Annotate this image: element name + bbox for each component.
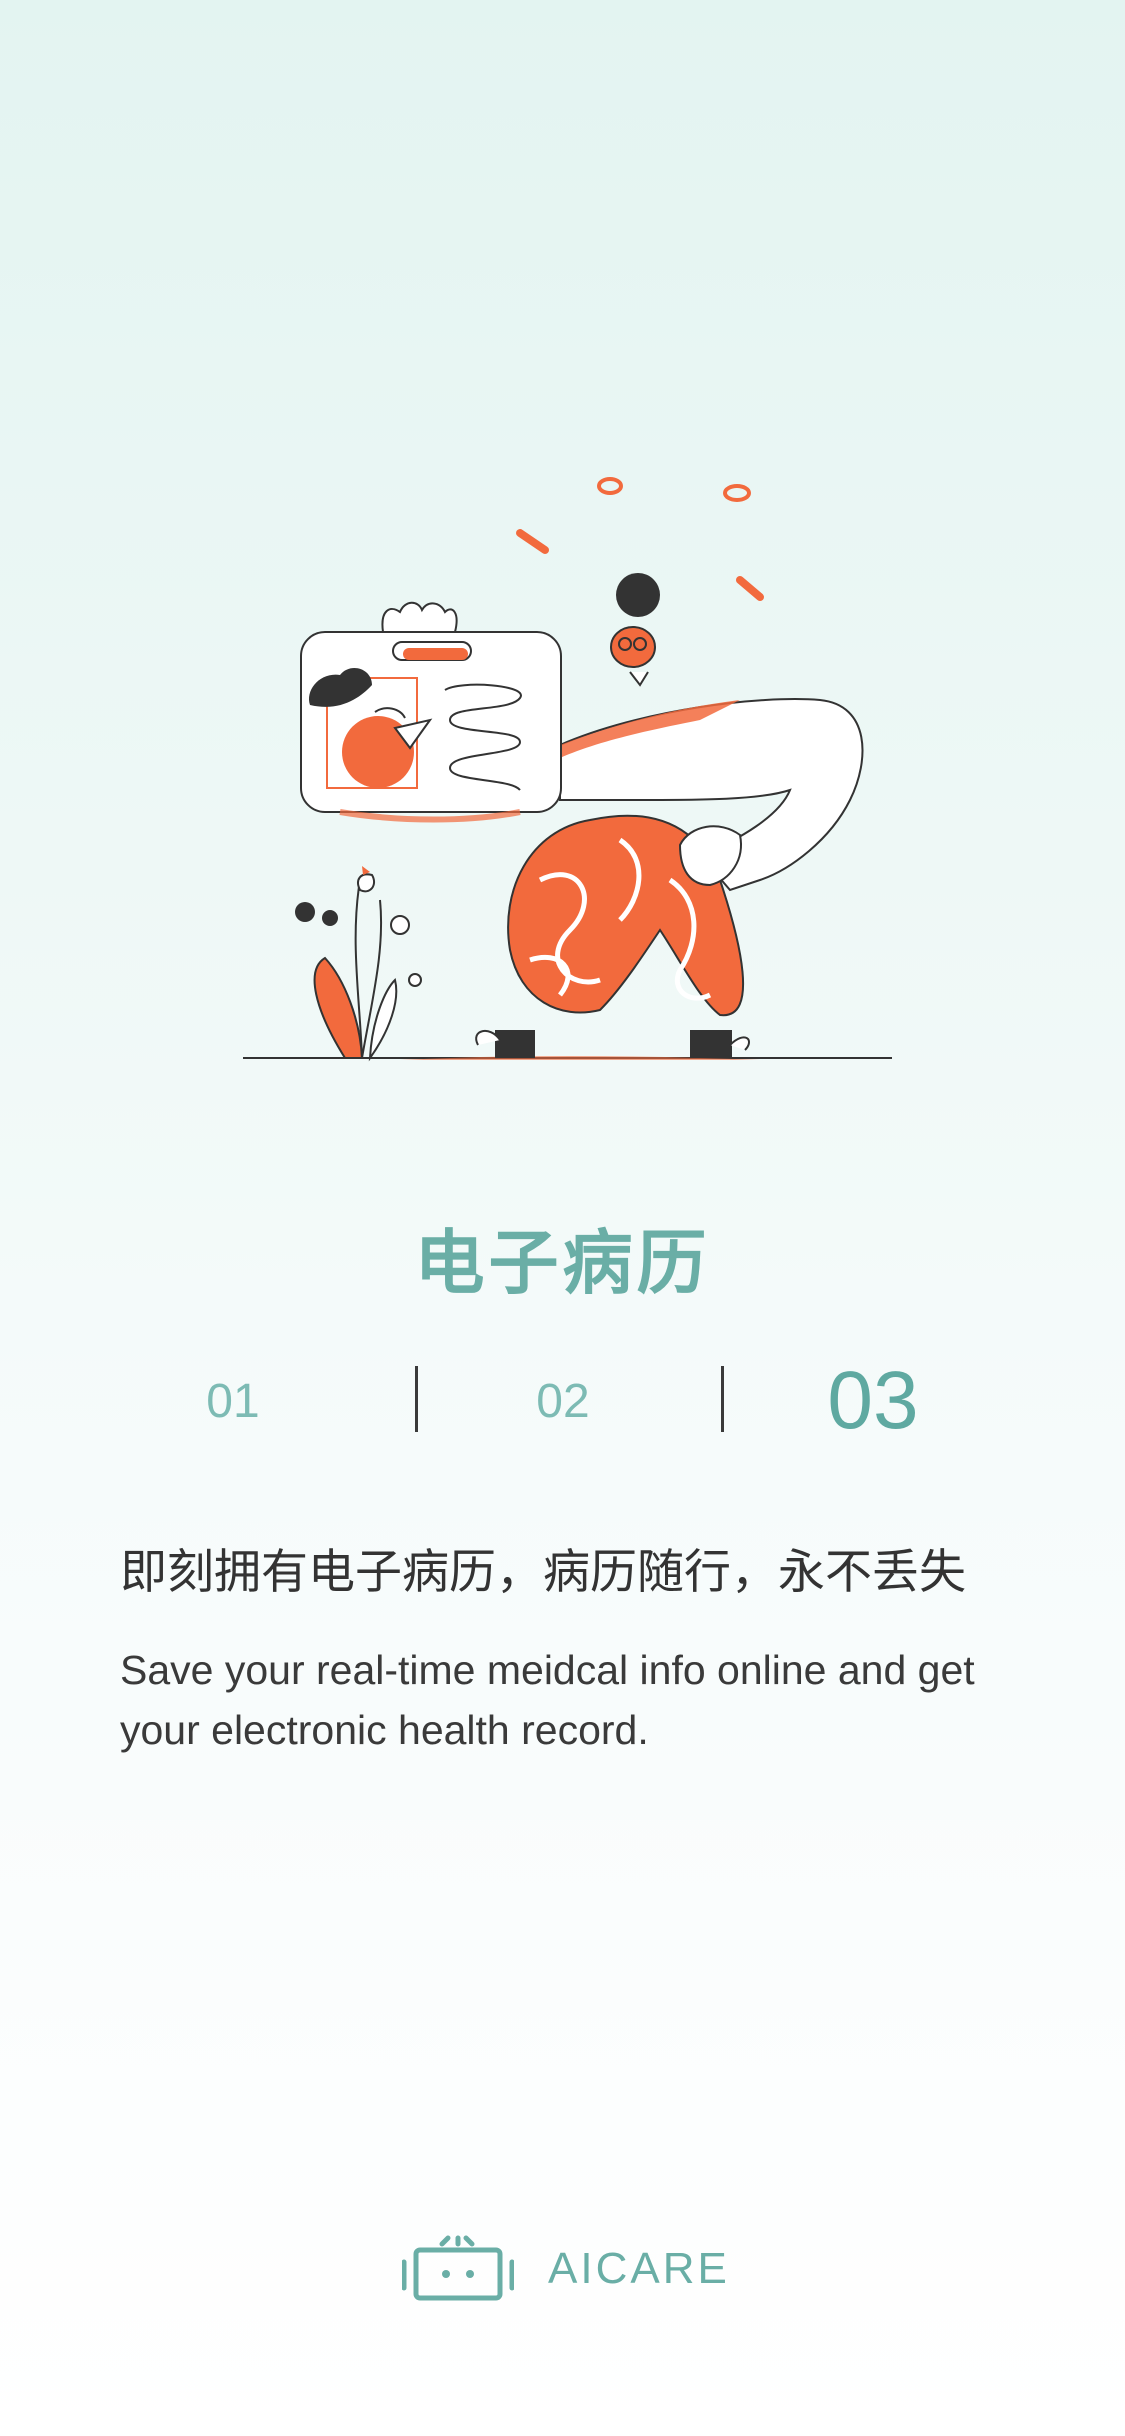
small-head-icon [610,573,660,687]
confetti-dash-icon [516,529,549,554]
confetti-dash-icon [736,576,764,601]
plant-icon [295,866,422,1062]
step-3-label-active: 03 [827,1355,919,1446]
id-card-icon [300,601,562,823]
page-title: 电子病历 [414,1222,711,1304]
brand-name: AICARE [548,2244,730,2293]
description-chinese: 即刻拥有电子病历，病历随行，永不丢失 [120,1545,966,1600]
step-indicator: 01 02 03 [0,1352,1125,1452]
step-2-label: 02 [536,1375,590,1428]
robot-face-icon [401,2234,515,2304]
description-english: Save your real-time meidcal info online … [120,1647,975,1753]
step-1-label: 01 [206,1375,260,1428]
confetti-ring-icon [597,477,623,495]
confetti-ring-icon [723,484,751,502]
step-divider [721,1366,724,1432]
step-divider [415,1366,418,1432]
medical-record-illustration [0,420,1125,1080]
brand-footer: AICARE [0,2230,1125,2310]
